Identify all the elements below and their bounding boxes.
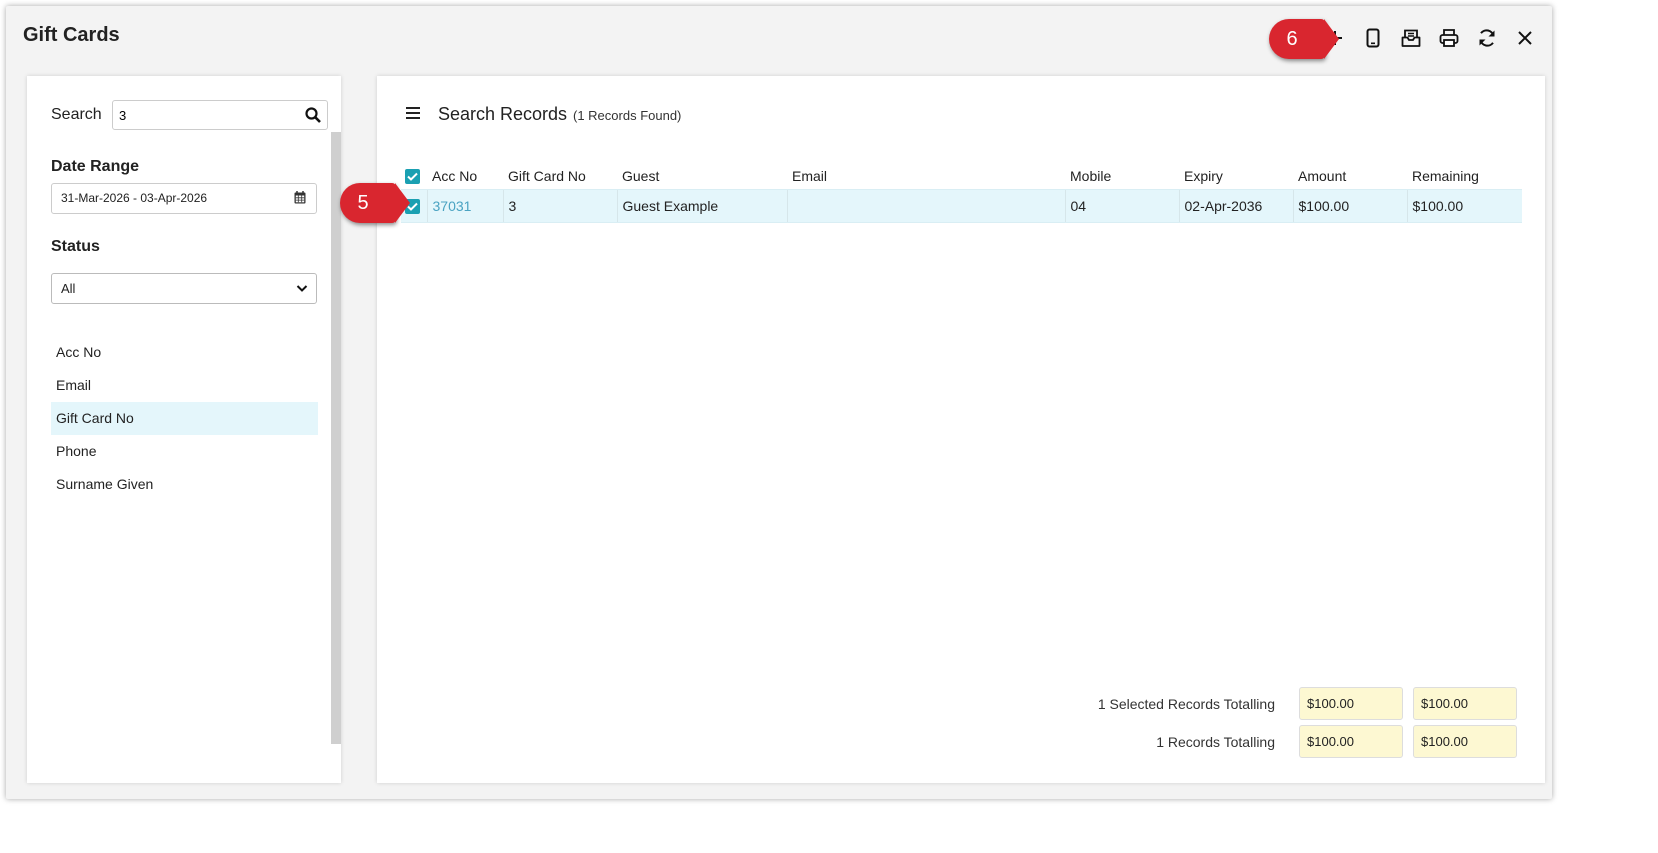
column-header-mobile[interactable]: Mobile <box>1065 162 1179 190</box>
close-button[interactable] <box>1506 23 1544 53</box>
column-header-gift-card-no[interactable]: Gift Card No <box>503 162 617 190</box>
cell-amount: $100.00 <box>1292 189 1407 223</box>
all-remaining-total: $100.00 <box>1413 725 1517 758</box>
search-icon[interactable] <box>305 107 321 123</box>
search-field-surname-given[interactable]: Surname Given <box>51 468 318 501</box>
column-header-guest[interactable]: Guest <box>617 162 787 190</box>
cell-acc-no: 37031 <box>426 189 503 223</box>
results-title: Search Records <box>438 104 568 124</box>
cell-expiry: 02-Apr-2036 <box>1178 189 1293 223</box>
results-panel: Search Records (1 Records Found) Acc No … <box>377 76 1545 783</box>
print-button[interactable] <box>1430 23 1468 53</box>
refresh-button[interactable] <box>1468 23 1506 53</box>
totals-section: 1 Selected Records Totalling $100.00 $10… <box>1098 687 1517 763</box>
all-amount-total: $100.00 <box>1299 725 1403 758</box>
selected-amount-total: $100.00 <box>1299 687 1403 720</box>
column-header-expiry[interactable]: Expiry <box>1179 162 1293 190</box>
gift-cards-window: Gift Cards 6 Search Date Range 31- <box>6 6 1552 799</box>
checkmark-icon <box>407 172 418 181</box>
mobile-button[interactable] <box>1354 23 1392 53</box>
search-field-email[interactable]: Email <box>51 369 318 402</box>
filter-panel: Search Date Range 31-Mar-2026 - 03-Apr-2… <box>27 76 341 783</box>
status-value: All <box>61 281 76 296</box>
selected-totals-label: 1 Selected Records Totalling <box>1097 695 1275 712</box>
acc-no-link[interactable]: 37031 <box>433 198 472 214</box>
selected-remaining-total: $100.00 <box>1413 687 1517 720</box>
search-field-gift-card-no[interactable]: Gift Card No <box>51 402 318 435</box>
date-range-value: 31-Mar-2026 - 03-Apr-2026 <box>61 191 208 205</box>
table-header-row: Acc No Gift Card No Guest Email Mobile E… <box>401 162 1522 190</box>
results-count: (1 Records Found) <box>573 108 682 123</box>
column-header-email[interactable]: Email <box>787 162 1065 190</box>
status-label: Status <box>51 238 100 255</box>
date-range-field[interactable]: 31-Mar-2026 - 03-Apr-2026 <box>51 183 317 214</box>
all-totals-row: 1 Records Totalling $100.00 $100.00 <box>1098 725 1517 758</box>
all-totals-label: 1 Records Totalling <box>1156 733 1275 750</box>
search-box <box>112 100 328 130</box>
calendar-icon[interactable] <box>294 191 306 204</box>
cell-email <box>786 189 1065 223</box>
cell-guest: Guest Example <box>616 189 787 223</box>
search-field-list: Acc No Email Gift Card No Phone Surname … <box>51 336 318 501</box>
search-field-acc-no[interactable]: Acc No <box>51 336 318 369</box>
status-select[interactable]: All <box>51 273 317 304</box>
search-input[interactable] <box>113 101 305 129</box>
chevron-down-icon <box>296 285 308 292</box>
cell-mobile: 04 <box>1064 189 1179 223</box>
cell-gift-card-no: 3 <box>502 189 617 223</box>
email-button[interactable] <box>1392 23 1430 53</box>
select-all-checkbox[interactable] <box>405 168 420 184</box>
results-table: Acc No Gift Card No Guest Email Mobile E… <box>401 162 1522 223</box>
column-header-acc-no[interactable]: Acc No <box>427 162 503 190</box>
search-label: Search <box>51 106 102 123</box>
window-title: Gift Cards <box>23 24 120 46</box>
step-5-callout: 5 <box>340 183 410 223</box>
date-range-label: Date Range <box>51 158 140 175</box>
search-field-phone[interactable]: Phone <box>51 435 318 468</box>
email-inbox-icon <box>1401 29 1421 47</box>
column-header-amount[interactable]: Amount <box>1293 162 1407 190</box>
hamburger-menu-icon[interactable] <box>405 106 421 120</box>
column-header-remaining[interactable]: Remaining <box>1407 162 1522 190</box>
refresh-icon <box>1479 29 1495 47</box>
printer-icon <box>1439 29 1459 47</box>
filter-panel-scrollbar[interactable] <box>331 132 341 744</box>
toolbar <box>1316 23 1544 53</box>
table-row[interactable]: 37031 3 Guest Example 04 02-Apr-2036 $10… <box>401 189 1522 223</box>
step-6-callout: 6 <box>1269 19 1339 59</box>
mobile-phone-icon <box>1366 28 1380 48</box>
close-icon <box>1518 31 1532 45</box>
cell-remaining: $100.00 <box>1406 189 1522 223</box>
selected-totals-row: 1 Selected Records Totalling $100.00 $10… <box>1098 687 1517 720</box>
